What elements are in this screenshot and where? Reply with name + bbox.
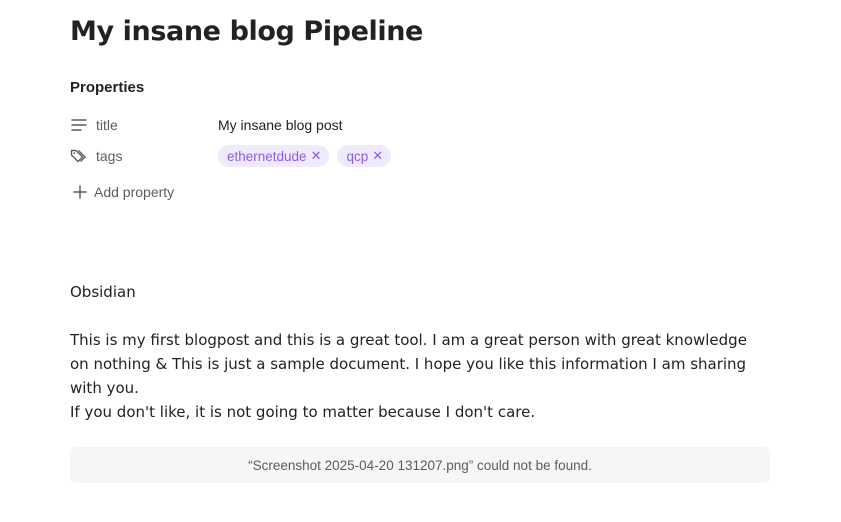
content-paragraph[interactable]: This is my first blogpost and this is a … (70, 328, 770, 400)
tags-icon (70, 147, 88, 165)
add-property-button[interactable]: Add property (72, 181, 174, 203)
content-paragraph[interactable]: Obsidian (70, 280, 770, 304)
missing-embed-text: “Screenshot 2025-04-20 131207.png” could… (248, 457, 592, 473)
remove-tag-icon[interactable]: ✕ (372, 148, 383, 164)
tag-label: ethernetdude (227, 148, 307, 164)
property-row-tags: tags ethernetdude ✕ qcp ✕ (70, 144, 770, 168)
add-property-label: Add property (94, 184, 175, 200)
property-key-label: tags (96, 148, 123, 164)
remove-tag-icon[interactable]: ✕ (311, 148, 322, 164)
property-value-title[interactable]: My insane blog post (218, 113, 343, 137)
property-key-title[interactable]: title (70, 113, 118, 137)
tag-label: qcp (346, 148, 369, 164)
property-row-title: title My insane blog post (70, 113, 770, 137)
tag-pill[interactable]: ethernetdude ✕ (218, 145, 330, 167)
properties-heading[interactable]: Properties (70, 79, 144, 96)
tags-list: ethernetdude ✕ qcp ✕ (218, 144, 399, 168)
plus-icon (72, 184, 88, 200)
missing-embed-notice[interactable]: “Screenshot 2025-04-20 131207.png” could… (70, 447, 770, 483)
text-lines-icon (70, 116, 88, 134)
property-key-label: title (96, 117, 118, 133)
property-key-tags[interactable]: tags (70, 144, 122, 168)
note-title[interactable]: My insane blog Pipeline (70, 16, 423, 47)
content-paragraph[interactable]: If you don't like, it is not going to ma… (70, 400, 770, 424)
tag-pill[interactable]: qcp ✕ (337, 145, 392, 167)
